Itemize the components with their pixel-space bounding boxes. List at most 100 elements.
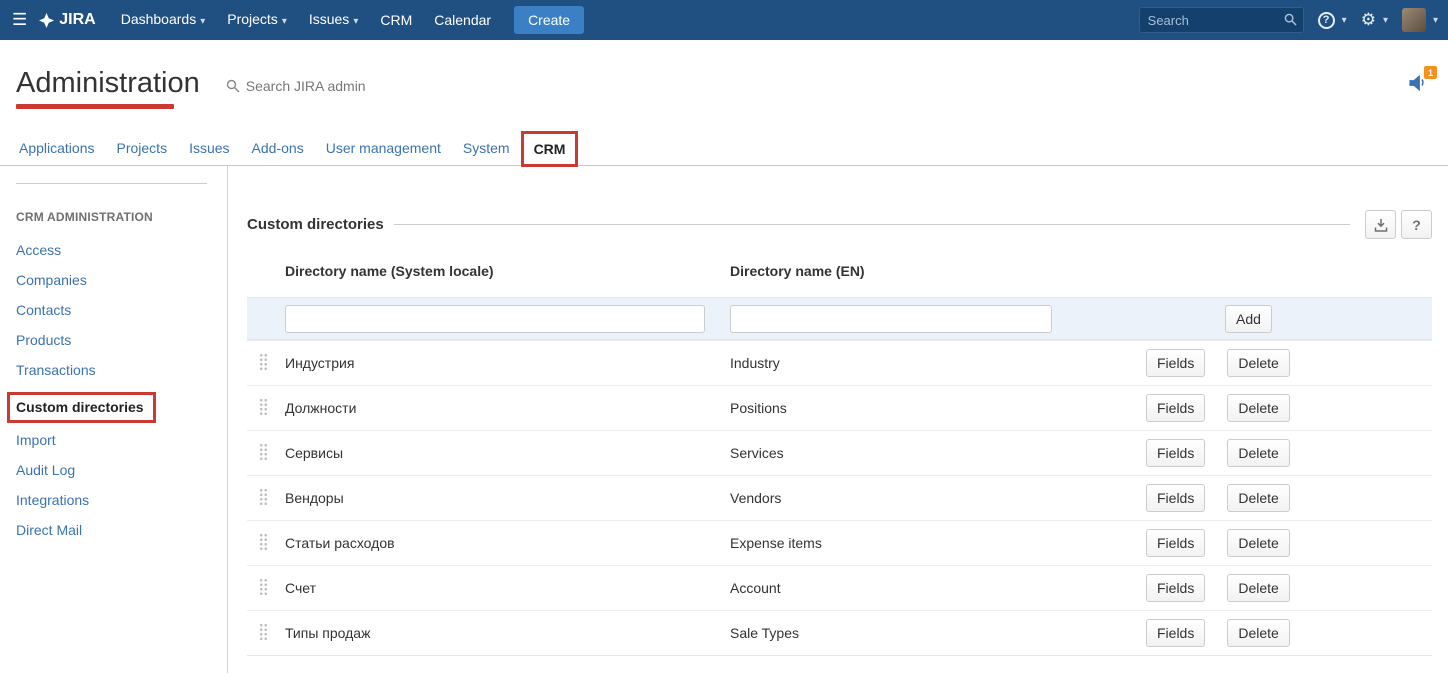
sidebar-item-companies[interactable]: Companies [16, 272, 207, 289]
table-row: Вендоры Vendors Fields Delete [247, 475, 1432, 520]
fields-button[interactable]: Fields [1146, 529, 1205, 557]
table-row: Сервисы Services Fields Delete [247, 430, 1432, 475]
tab-system[interactable]: System [452, 130, 521, 166]
directory-name-local: Вендоры [285, 490, 730, 506]
admin-search [226, 78, 426, 94]
column-header-en: Directory name (EN) [730, 263, 1146, 279]
search-input[interactable] [1139, 7, 1304, 33]
fields-button[interactable]: Fields [1146, 439, 1205, 467]
sidebar-item-custom-directories[interactable]: Custom directories [7, 392, 156, 423]
sidebar-item-access[interactable]: Access [16, 242, 207, 259]
sidebar-item-integrations[interactable]: Integrations [16, 492, 207, 509]
nav-projects[interactable]: Projects▾ [216, 0, 298, 42]
section-head: Custom directories ? [247, 210, 1432, 239]
column-header-system-locale: Directory name (System locale) [285, 263, 730, 279]
sidebar-item-audit-log[interactable]: Audit Log [16, 462, 207, 479]
fields-button[interactable]: Fields [1146, 484, 1205, 512]
jira-logo-icon [39, 13, 54, 28]
admin-tab-bar: Applications Projects Issues Add-ons Use… [0, 130, 1448, 166]
admin-search-input[interactable] [246, 78, 426, 94]
delete-button[interactable]: Delete [1227, 484, 1289, 512]
user-menu[interactable]: ▾ [1402, 8, 1438, 32]
jira-logo[interactable]: JIRA [39, 11, 95, 29]
nav-dashboards[interactable]: Dashboards▾ [110, 0, 217, 42]
drag-handle-icon[interactable] [259, 443, 268, 460]
tab-add-ons[interactable]: Add-ons [241, 130, 315, 166]
add-button[interactable]: Add [1225, 305, 1272, 333]
search-icon [226, 79, 240, 93]
directory-name-local: Сервисы [285, 445, 730, 461]
page-title: Administration [16, 68, 200, 100]
create-button[interactable]: Create [514, 6, 584, 34]
section-divider [394, 224, 1350, 225]
avatar [1402, 8, 1426, 32]
directory-name-local: Типы продаж [285, 625, 730, 641]
sidebar-item-contacts[interactable]: Contacts [16, 302, 207, 319]
delete-button[interactable]: Delete [1227, 574, 1289, 602]
delete-button[interactable]: Delete [1227, 529, 1289, 557]
directory-name-en: Industry [730, 355, 1146, 371]
sidebar-item-import[interactable]: Import [16, 432, 207, 449]
admin-settings-menu[interactable]: ⚙ ▾ [1361, 10, 1388, 30]
annotation-underline-administration [16, 104, 174, 109]
hamburger-menu-icon[interactable]: ☰ [0, 10, 39, 30]
chevron-down-icon: ▾ [1383, 15, 1388, 26]
drag-handle-icon[interactable] [259, 623, 268, 640]
drag-handle-icon[interactable] [259, 398, 268, 415]
notification-badge: 1 [1424, 66, 1437, 79]
drag-handle-icon[interactable] [259, 488, 268, 505]
sidebar-item-transactions[interactable]: Transactions [16, 362, 207, 379]
sidebar-item-products[interactable]: Products [16, 332, 207, 349]
nav-crm[interactable]: CRM [369, 0, 423, 40]
nav-label: Dashboards [121, 11, 197, 27]
nav-issues[interactable]: Issues ▾ [298, 0, 370, 42]
directory-name-local: Счет [285, 580, 730, 596]
nav-calendar[interactable]: Calendar [423, 0, 502, 40]
table-row: Индустрия Industry Fields Delete [247, 340, 1432, 385]
search-icon[interactable] [1284, 13, 1297, 26]
add-directory-row: Add [247, 297, 1432, 340]
admin-header: Administration 1 [0, 40, 1448, 130]
drag-handle-icon[interactable] [259, 578, 268, 595]
table-row: Должности Positions Fields Delete [247, 385, 1432, 430]
directory-name-en: Positions [730, 400, 1146, 416]
sidebar-item-direct-mail[interactable]: Direct Mail [16, 522, 207, 539]
directory-name-en: Expense items [730, 535, 1146, 551]
section-title: Custom directories [247, 216, 384, 233]
chevron-down-icon: ▾ [200, 16, 205, 27]
chevron-down-icon: ▾ [353, 16, 358, 27]
gear-icon: ⚙ [1361, 10, 1376, 30]
help-button[interactable]: ? [1401, 210, 1432, 239]
directory-name-local: Должности [285, 400, 730, 416]
drag-handle-icon[interactable] [259, 353, 268, 370]
fields-button[interactable]: Fields [1146, 349, 1205, 377]
fields-button[interactable]: Fields [1146, 619, 1205, 647]
new-directory-name-local-input[interactable] [285, 305, 705, 333]
tab-issues[interactable]: Issues [178, 130, 240, 166]
nav-label: Calendar [434, 12, 491, 28]
custom-directories-table: Directory name (System locale) Directory… [247, 263, 1432, 656]
chevron-down-icon: ▾ [282, 16, 287, 27]
tab-applications[interactable]: Applications [8, 130, 106, 166]
help-menu[interactable]: ? ▾ [1318, 12, 1347, 29]
tab-user-management[interactable]: User management [315, 130, 452, 166]
new-directory-name-en-input[interactable] [730, 305, 1052, 333]
fields-button[interactable]: Fields [1146, 574, 1205, 602]
delete-button[interactable]: Delete [1227, 439, 1289, 467]
fields-button[interactable]: Fields [1146, 394, 1205, 422]
chevron-down-icon: ▾ [1342, 15, 1347, 26]
tab-projects[interactable]: Projects [106, 130, 179, 166]
announcement-button[interactable]: 1 [1406, 72, 1430, 96]
delete-button[interactable]: Delete [1227, 394, 1289, 422]
topbar-right: ? ▾ ⚙ ▾ ▾ [1139, 7, 1438, 33]
delete-button[interactable]: Delete [1227, 349, 1289, 377]
share-button[interactable] [1365, 210, 1396, 239]
top-navigation: Dashboards▾ Projects▾ Issues▾ CRM Calend… [110, 0, 502, 40]
nav-label: Issues [309, 11, 349, 27]
nav-label: CRM [380, 12, 412, 28]
delete-button[interactable]: Delete [1227, 619, 1289, 647]
drag-handle-icon[interactable] [259, 533, 268, 550]
directory-name-en: Account [730, 580, 1146, 596]
tab-crm[interactable]: CRM [521, 131, 579, 167]
directory-name-local: Статьи расходов [285, 535, 730, 551]
